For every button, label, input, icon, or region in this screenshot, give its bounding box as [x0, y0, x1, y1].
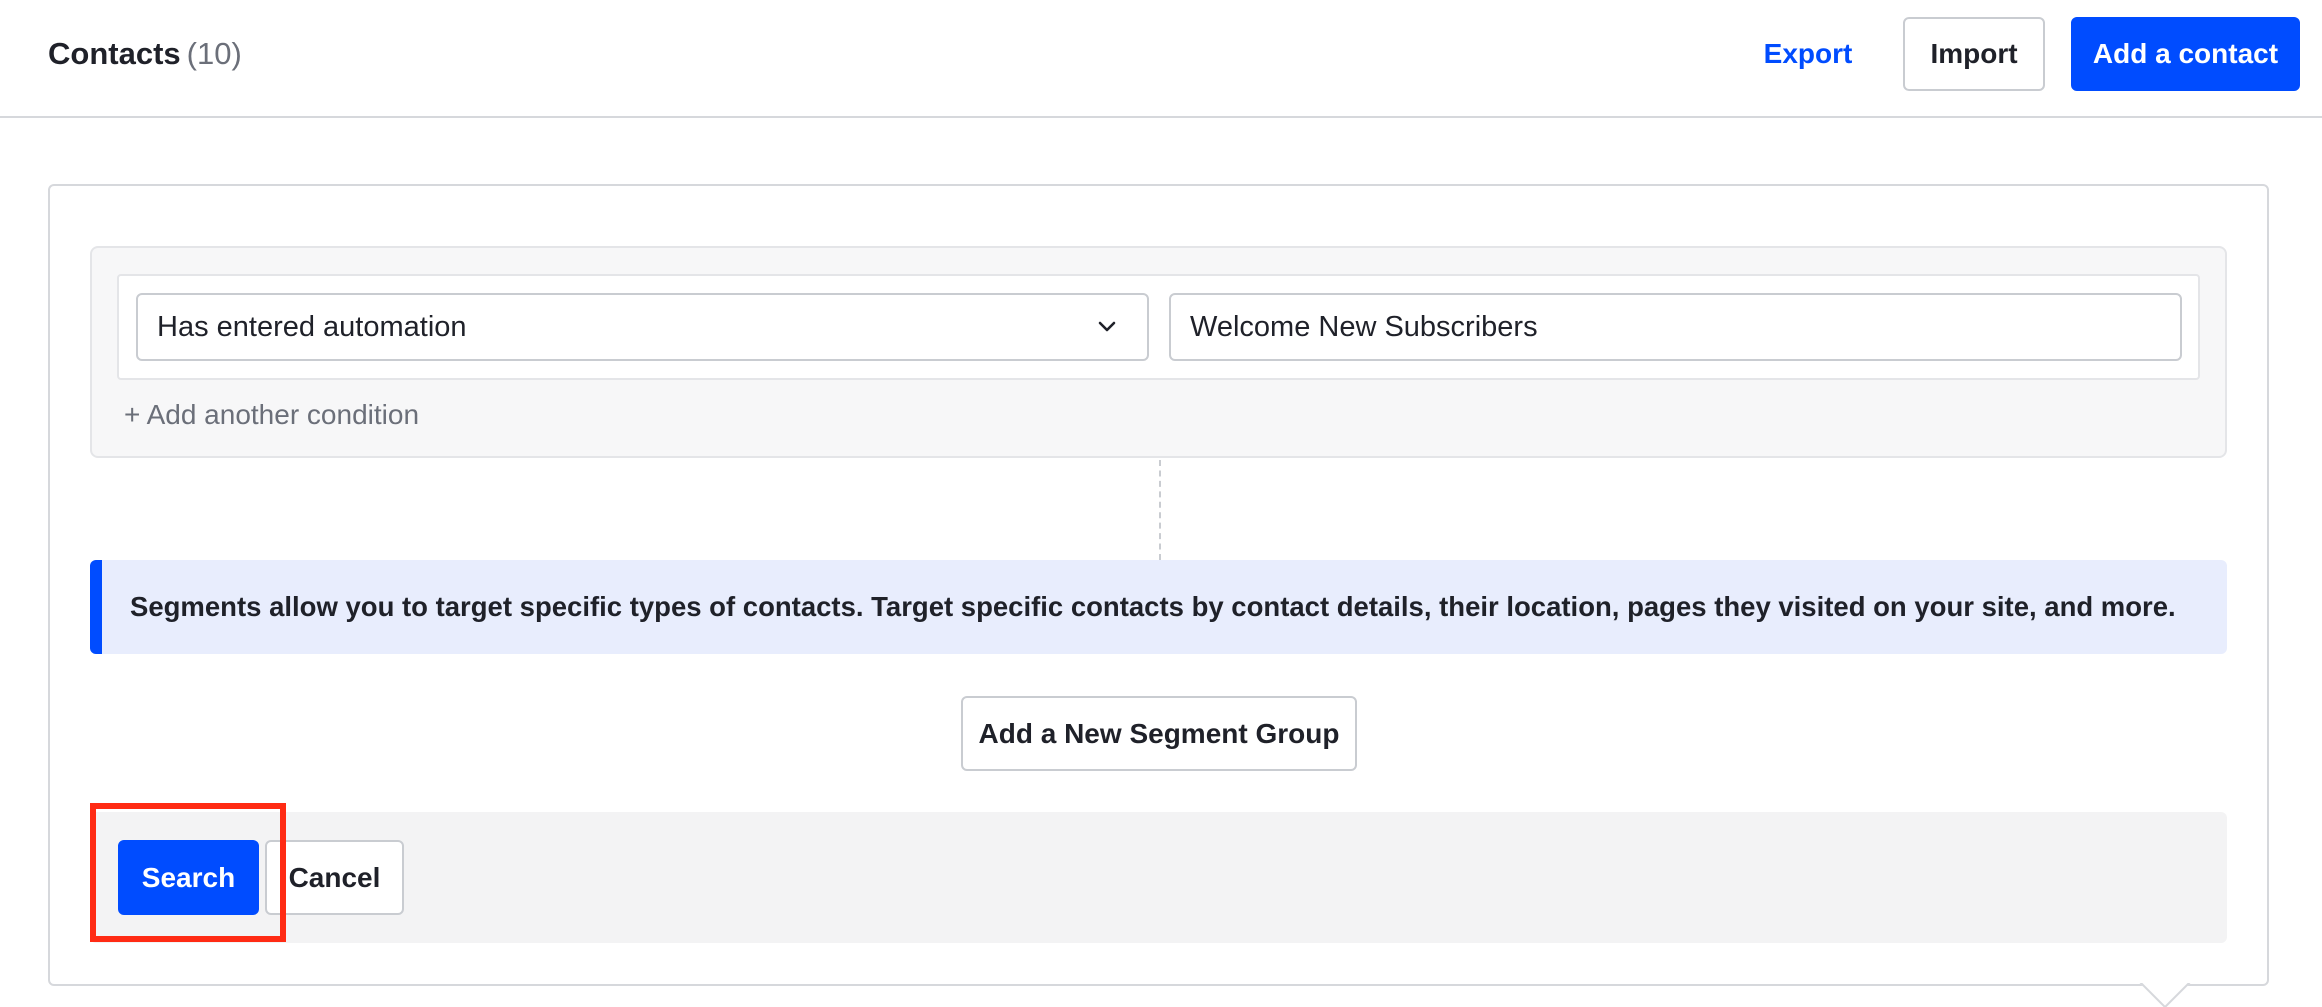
page-title-text: Contacts [48, 36, 181, 71]
condition-type-selected-value: Has entered automation [157, 310, 467, 343]
group-connector-line [1159, 460, 1161, 560]
page-title: Contacts (10) [48, 34, 242, 74]
condition-value-input[interactable] [1169, 293, 2182, 361]
segments-info-text: Segments allow you to target specific ty… [130, 591, 2176, 622]
export-button[interactable]: Export [1740, 22, 1876, 86]
add-contact-button[interactable]: Add a contact [2071, 17, 2300, 91]
cancel-button[interactable]: Cancel [265, 840, 404, 915]
import-button[interactable]: Import [1903, 17, 2045, 91]
add-segment-group-button[interactable]: Add a New Segment Group [961, 696, 1357, 771]
segments-info-banner: Segments allow you to target specific ty… [90, 560, 2227, 654]
actions-footer [90, 812, 2227, 943]
add-another-condition-link[interactable]: + Add another condition [124, 397, 419, 433]
contact-count: (10) [186, 36, 242, 71]
chevron-down-icon [1098, 321, 1116, 332]
condition-type-select[interactable]: Has entered automation [136, 293, 1149, 361]
search-button[interactable]: Search [118, 840, 259, 915]
page-header: Contacts (10) Export Import Add a contact [0, 0, 2322, 118]
card-pointer-notch [2138, 983, 2192, 1007]
